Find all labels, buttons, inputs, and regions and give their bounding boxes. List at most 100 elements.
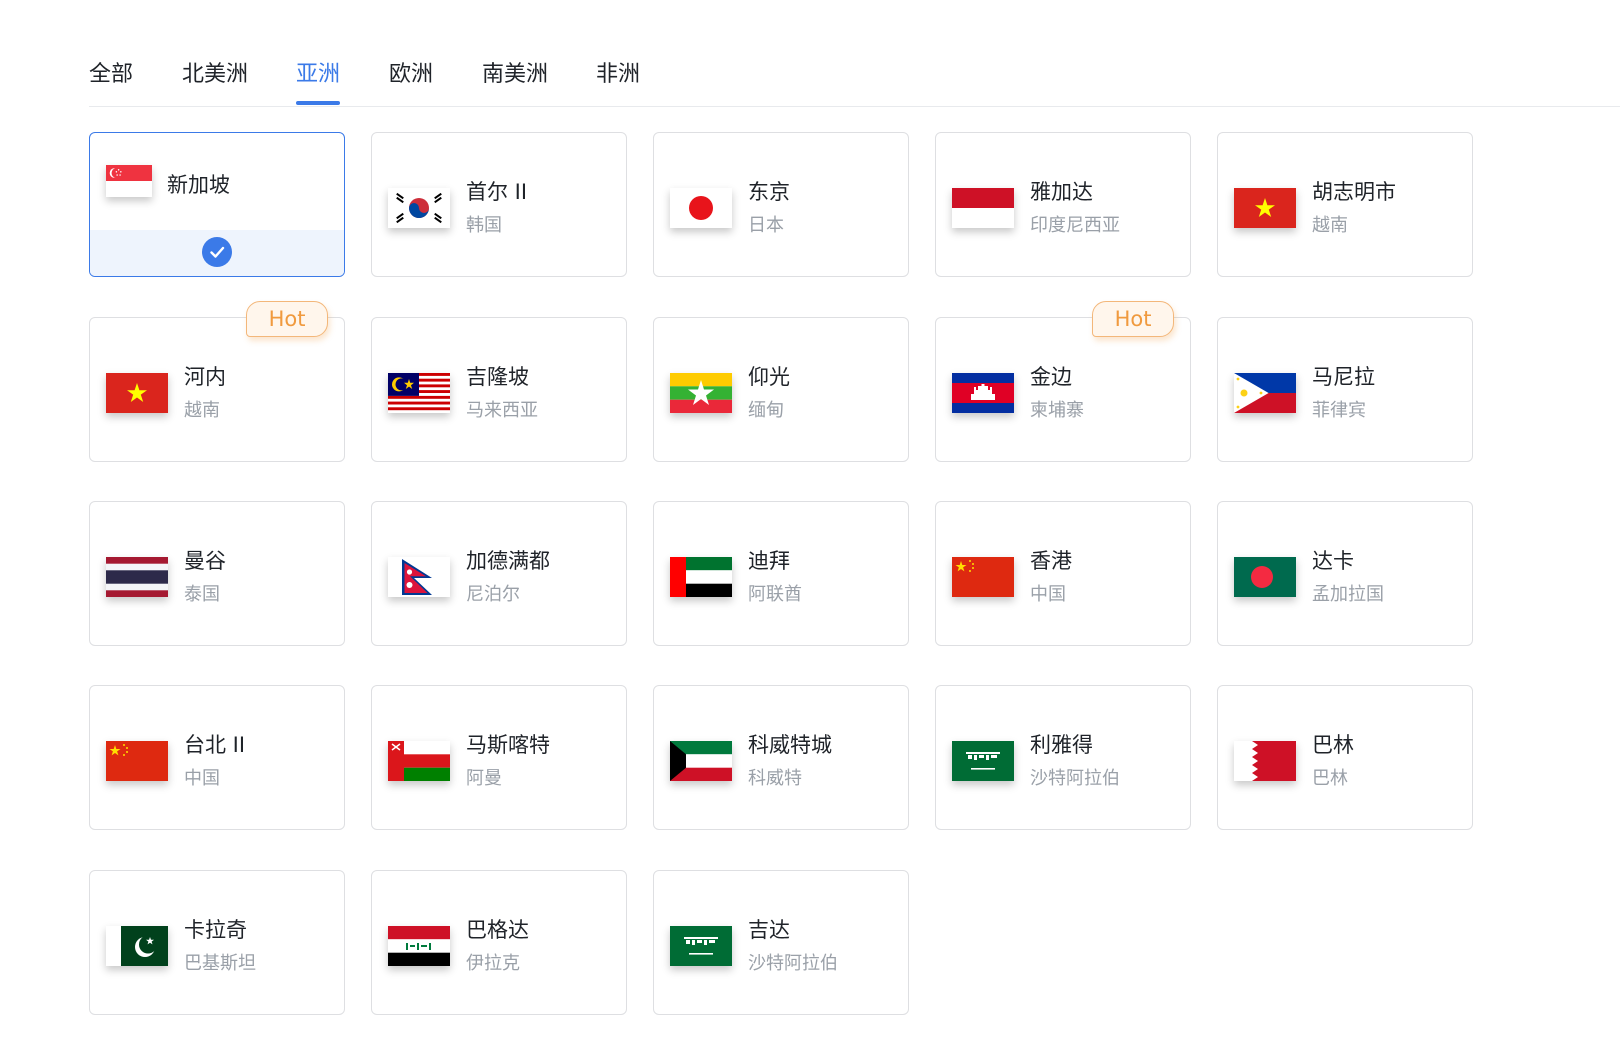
country-name: 阿联酋 — [748, 584, 802, 605]
location-card[interactable]: 卡拉奇 巴基斯坦 — [89, 870, 345, 1015]
sg-flag-icon — [106, 165, 152, 197]
cn-flag-icon — [952, 557, 1014, 597]
country-name: 伊拉克 — [466, 953, 520, 974]
city-name: 加德满都 — [466, 549, 550, 573]
city-name: 吉隆坡 — [466, 365, 529, 389]
country-name: 柬埔寨 — [1030, 400, 1084, 421]
country-name: 孟加拉国 — [1312, 584, 1384, 605]
country-name: 越南 — [184, 400, 220, 421]
my-flag-icon — [388, 373, 450, 413]
hot-badge: Hot — [246, 301, 328, 337]
country-name: 中国 — [184, 768, 220, 789]
ph-flag-icon — [1234, 373, 1296, 413]
city-name: 台北 II — [184, 733, 246, 757]
tab-europe[interactable]: 欧洲 — [389, 56, 433, 88]
tab-asia[interactable]: 亚洲 — [296, 56, 340, 88]
country-name: 中国 — [1030, 584, 1066, 605]
city-name: 巴格达 — [466, 918, 529, 942]
location-card[interactable]: 科威特城 科威特 — [653, 685, 909, 830]
sa-flag-icon — [952, 741, 1014, 781]
location-card[interactable]: 迪拜 阿联酋 — [653, 501, 909, 646]
location-card[interactable]: 马斯喀特 阿曼 — [371, 685, 627, 830]
country-name: 马来西亚 — [466, 400, 538, 421]
location-card[interactable]: 仰光 缅甸 — [653, 317, 909, 462]
city-name: 首尔 II — [466, 180, 528, 204]
country-name: 巴基斯坦 — [184, 953, 256, 974]
city-name: 马斯喀特 — [466, 733, 550, 757]
city-name: 卡拉奇 — [184, 918, 247, 942]
bh-flag-icon — [1234, 741, 1296, 781]
bd-flag-icon — [1234, 557, 1296, 597]
city-name: 吉达 — [748, 918, 790, 942]
location-card[interactable]: 新加坡 — [89, 132, 345, 277]
pk-flag-icon — [106, 926, 168, 966]
country-name: 印度尼西亚 — [1030, 215, 1120, 236]
sa-flag-icon — [670, 926, 732, 966]
city-name: 迪拜 — [748, 549, 790, 573]
city-name: 科威特城 — [748, 733, 832, 757]
country-name: 沙特阿拉伯 — [748, 953, 838, 974]
kh-flag-icon — [952, 373, 1014, 413]
location-card[interactable]: 加德满都 尼泊尔 — [371, 501, 627, 646]
country-name: 菲律宾 — [1312, 400, 1366, 421]
tab-all[interactable]: 全部 — [89, 56, 133, 88]
id-flag-icon — [952, 188, 1014, 228]
np-flag-icon — [388, 557, 450, 597]
vn-flag-icon — [106, 373, 168, 413]
location-card[interactable]: 巴林 巴林 — [1217, 685, 1473, 830]
location-card[interactable]: 胡志明市 越南 — [1217, 132, 1473, 277]
city-name: 新加坡 — [167, 173, 230, 197]
kw-flag-icon — [670, 741, 732, 781]
location-card[interactable]: 吉达 沙特阿拉伯 — [653, 870, 909, 1015]
country-name: 缅甸 — [748, 400, 784, 421]
country-name: 阿曼 — [466, 768, 502, 789]
location-card[interactable]: 马尼拉 菲律宾 — [1217, 317, 1473, 462]
country-name: 韩国 — [466, 215, 502, 236]
city-name: 曼谷 — [184, 549, 226, 573]
hot-badge: Hot — [1092, 301, 1174, 337]
location-card[interactable]: 金边 柬埔寨 — [935, 317, 1191, 462]
city-name: 马尼拉 — [1312, 365, 1375, 389]
location-card[interactable]: 香港 中国 — [935, 501, 1191, 646]
tab-north-america[interactable]: 北美洲 — [182, 56, 248, 88]
ae-flag-icon — [670, 557, 732, 597]
country-name: 泰国 — [184, 584, 220, 605]
region-tabs: 全部 北美洲 亚洲 欧洲 南美洲 非洲 — [89, 40, 1620, 107]
city-name: 仰光 — [748, 365, 790, 389]
location-card[interactable]: 东京 日本 — [653, 132, 909, 277]
location-card[interactable]: 吉隆坡 马来西亚 — [371, 317, 627, 462]
tab-africa[interactable]: 非洲 — [596, 56, 640, 88]
city-name: 东京 — [748, 180, 790, 204]
country-name: 沙特阿拉伯 — [1030, 768, 1120, 789]
location-card[interactable]: 利雅得 沙特阿拉伯 — [935, 685, 1191, 830]
tab-south-america[interactable]: 南美洲 — [482, 56, 548, 88]
location-card[interactable]: 首尔 II 韩国 — [371, 132, 627, 277]
iq-flag-icon — [388, 926, 450, 966]
city-name: 达卡 — [1312, 549, 1354, 573]
city-name: 利雅得 — [1030, 733, 1093, 757]
country-name: 日本 — [748, 215, 784, 236]
country-name: 科威特 — [748, 768, 802, 789]
city-name: 河内 — [184, 365, 226, 389]
location-card[interactable]: 台北 II 中国 — [89, 685, 345, 830]
country-name: 越南 — [1312, 215, 1348, 236]
jp-flag-icon — [670, 188, 732, 228]
location-card[interactable]: 巴格达 伊拉克 — [371, 870, 627, 1015]
checkmark-icon — [202, 237, 232, 267]
country-name: 巴林 — [1312, 768, 1348, 789]
country-name: 尼泊尔 — [466, 584, 520, 605]
location-card[interactable]: 达卡 孟加拉国 — [1217, 501, 1473, 646]
location-card[interactable]: 雅加达 印度尼西亚 — [935, 132, 1191, 277]
location-card[interactable]: 曼谷 泰国 — [89, 501, 345, 646]
city-name: 雅加达 — [1030, 180, 1093, 204]
mm-flag-icon — [670, 373, 732, 413]
location-card[interactable]: 河内 越南 — [89, 317, 345, 462]
om-flag-icon — [388, 741, 450, 781]
vn-flag-icon — [1234, 188, 1296, 228]
cn-flag-icon — [106, 741, 168, 781]
kr-flag-icon — [388, 188, 450, 228]
city-name: 金边 — [1030, 365, 1072, 389]
active-tab-indicator — [296, 101, 340, 105]
city-name: 胡志明市 — [1312, 180, 1396, 204]
city-name: 巴林 — [1312, 733, 1354, 757]
